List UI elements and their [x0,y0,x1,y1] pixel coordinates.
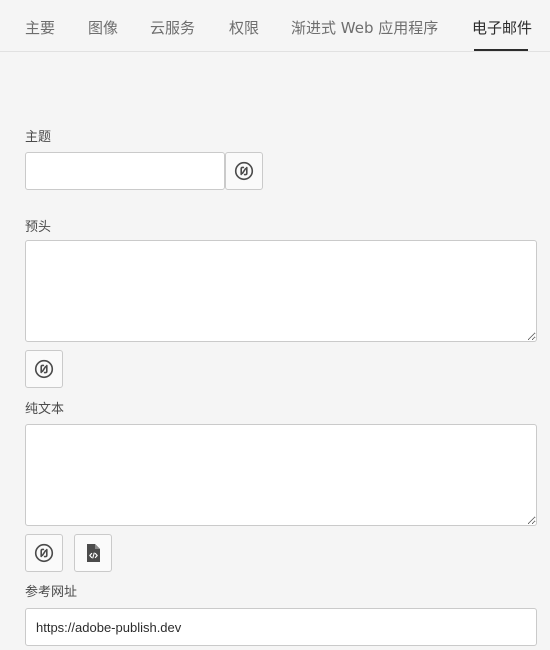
subject-label: 主题 [25,130,52,145]
preheader-label: 预头 [25,220,52,235]
plaintext-personalization-button[interactable] [25,534,63,572]
tab-images[interactable]: 图像 [88,17,118,38]
code-file-icon [84,543,102,563]
preheader-personalization-button[interactable] [25,350,63,388]
personalization-link-icon [34,359,54,379]
tab-bar: 主要 图像 云服务 权限 渐进式 Web 应用程序 电子邮件 [0,0,550,52]
tab-cloud-services[interactable]: 云服务 [150,17,195,38]
tab-main[interactable]: 主要 [25,17,55,38]
plaintext-label: 纯文本 [25,402,65,417]
reference-url-label: 参考网址 [25,585,78,600]
plaintext-textarea[interactable] [25,424,537,526]
subject-input[interactable] [25,152,225,190]
tab-progressive-web-app[interactable]: 渐进式 Web 应用程序 [291,17,438,38]
reference-url-input[interactable] [25,608,537,646]
tab-permissions[interactable]: 权限 [229,17,259,38]
active-tab-indicator [474,49,528,51]
preheader-textarea[interactable] [25,240,537,342]
tab-email[interactable]: 电子邮件 [472,17,532,38]
subject-personalization-button[interactable] [225,152,263,190]
plaintext-code-button[interactable] [74,534,112,572]
personalization-link-icon [34,543,54,563]
personalization-link-icon [234,161,254,181]
